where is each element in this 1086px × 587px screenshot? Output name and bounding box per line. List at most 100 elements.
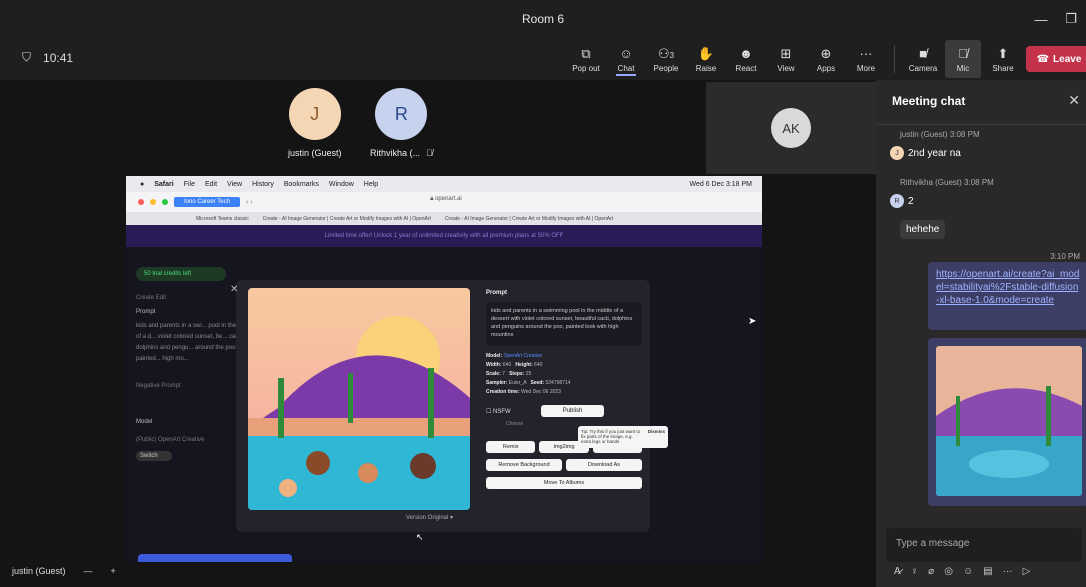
- publish-button: Publish: [540, 405, 605, 417]
- chat-icon: ☺: [619, 45, 633, 61]
- apps-button[interactable]: ⊕ Apps: [808, 40, 844, 78]
- camera-button[interactable]: ■̸ Camera: [905, 40, 941, 78]
- generated-image: [248, 288, 470, 510]
- pointer-cursor-icon: ↖: [416, 532, 424, 542]
- shared-screen: ● Safari File Edit View History Bookmark…: [126, 176, 762, 582]
- nsfw-row: ☐ NSFW Publish: [486, 405, 642, 417]
- grid-icon: ⊞: [780, 45, 792, 61]
- view-button[interactable]: ⊞ View: [768, 40, 804, 78]
- pop-out-button[interactable]: ⧉ Pop out: [568, 40, 604, 78]
- image-message[interactable]: [928, 338, 1086, 506]
- chat-button[interactable]: ☺ Chat: [608, 40, 644, 78]
- minus-icon[interactable]: —: [84, 566, 93, 576]
- chat-message: hehehe: [900, 220, 946, 239]
- zoom-dot: [162, 199, 168, 205]
- nav-arrows-icon: ‹ ›: [245, 198, 253, 206]
- close-icon[interactable]: ✕: [1068, 92, 1080, 109]
- self-name: justin (Guest): [12, 566, 66, 576]
- chat-message: J 2nd year na: [890, 146, 961, 160]
- restore-button[interactable]: ❐: [1056, 0, 1086, 38]
- participant-tile-justin[interactable]: J justin (Guest): [288, 88, 342, 158]
- prompt-title: Prompt: [486, 290, 507, 296]
- share-button[interactable]: ⬆ Share: [985, 40, 1021, 78]
- plus-icon[interactable]: +: [111, 566, 116, 576]
- message-text: hehehe: [900, 220, 946, 239]
- avatar: J: [890, 146, 904, 160]
- mic-off-icon: 🎙̸: [958, 45, 968, 61]
- menu-bookmarks: Bookmarks: [283, 180, 319, 188]
- close-dot: [138, 199, 144, 205]
- credits-pill: 50 trial credits left: [136, 267, 226, 281]
- format-icon[interactable]: A̷: [894, 566, 901, 577]
- gif-icon[interactable]: ▤: [983, 566, 992, 577]
- mic-button[interactable]: 🎙̸ Mic: [945, 40, 981, 78]
- chat-title: Meeting chat: [892, 94, 966, 108]
- menu-view: View: [227, 180, 243, 188]
- emoji-icon[interactable]: ☺: [963, 566, 973, 577]
- browser-tab: Create - AI Image Generator | Create Art…: [262, 215, 431, 222]
- minimize-button[interactable]: —: [1026, 0, 1056, 38]
- people-count: 3: [669, 50, 675, 60]
- meeting-time: 10:41: [43, 50, 74, 65]
- mic-off-icon: 🎙̸: [426, 148, 433, 158]
- menu-history: History: [252, 180, 274, 188]
- meeting-toolbar: ⛉ 10:41 ⧉ Pop out ☺ Chat ⚇3 People ✋ Raise ☻…: [0, 38, 1086, 80]
- message-input[interactable]: Type a message: [886, 528, 1082, 562]
- menu-file: File: [183, 180, 195, 188]
- self-tile[interactable]: justin (Guest) — +: [12, 566, 116, 576]
- close-icon: ✕: [230, 284, 239, 295]
- avatar: AK: [771, 108, 811, 148]
- toolbar-actions: ⧉ Pop out ☺ Chat ⚇3 People ✋ Raise ☻ React ⊞ V…: [568, 40, 1021, 78]
- menu-edit: Edit: [204, 180, 218, 188]
- send-icon[interactable]: ▷: [1023, 566, 1031, 577]
- message-meta: Rithvikha (Guest) 3:08 PM: [900, 178, 994, 187]
- move-to-albums-button: Move To Albums: [486, 477, 642, 489]
- image-details: Prompt kids and parents in a swimming po…: [486, 290, 642, 489]
- phone-icon: ☎: [1036, 53, 1050, 65]
- menu-help: Help: [363, 180, 379, 188]
- chat-message: R 2: [890, 194, 914, 208]
- nsfw-checkbox: ☐ NSFW: [486, 408, 511, 415]
- attach-icon[interactable]: ⌀: [928, 566, 934, 577]
- browser-tab: Microsoft Teams classic: [196, 215, 249, 222]
- raise-hand-button[interactable]: ✋ Raise: [688, 40, 724, 78]
- leave-button[interactable]: ☎ Leave: [1026, 46, 1086, 72]
- window-title: Room 6: [521, 12, 565, 26]
- more-icon[interactable]: ···: [1003, 566, 1013, 577]
- remove-background-button: Remove Background: [486, 459, 562, 471]
- loop-icon[interactable]: ◎: [944, 566, 953, 577]
- url-bar: 🔒︎ openart.ai: [430, 196, 462, 202]
- praise-icon[interactable]: ♀: [911, 566, 919, 577]
- image-detail-modal: ✕ Version Original ▾ Prompt kids and par…: [230, 280, 668, 532]
- action-row-2: Remove Background Download As: [486, 459, 642, 471]
- avatar: R: [375, 88, 428, 140]
- participant-tile-rithvikha[interactable]: R Rithvikha (... 🎙̸: [370, 88, 433, 158]
- shield-icon: ⛉: [22, 50, 32, 64]
- people-icon: ⚇3: [657, 45, 675, 61]
- image-thumbnail: [936, 346, 1082, 496]
- image-metadata: Model: OpenArt Creative Width: 640 Heigh…: [486, 353, 571, 395]
- participant-tile-ak[interactable]: AK: [706, 82, 876, 174]
- window-controls: — ❐: [1026, 0, 1086, 38]
- menu-safari: Safari: [154, 180, 174, 188]
- react-button[interactable]: ☻ React: [728, 40, 764, 78]
- my-message-time: 3:10 PM: [1050, 252, 1080, 261]
- ellipsis-icon: ···: [859, 45, 873, 61]
- hand-icon: ✋: [697, 45, 715, 61]
- download-as-button: Download As: [566, 459, 642, 471]
- participant-name: justin (Guest): [288, 148, 342, 158]
- browser-chrome: Iono Career Tech ‹ › 🔒︎ openart.ai Micro…: [126, 192, 762, 225]
- tip-tooltip: Tip: Try this if you just want to fix pa…: [578, 426, 668, 448]
- participant-name: Rithvikha (... 🎙̸: [370, 148, 433, 158]
- avatar: J: [288, 88, 341, 140]
- link-message[interactable]: https://openart.ai/create?ai_model=stabi…: [928, 262, 1086, 330]
- people-button[interactable]: ⚇3 People: [648, 40, 684, 78]
- smiley-icon: ☻: [739, 45, 753, 61]
- dismiss-button: Dismiss: [647, 429, 665, 434]
- chat-divider: [876, 124, 1086, 125]
- menu-window: Window: [328, 180, 354, 188]
- version-select: Version Original ▾: [406, 515, 454, 521]
- plus-square-icon: ⊕: [820, 45, 832, 61]
- more-button[interactable]: ··· More: [848, 40, 884, 78]
- browser-tabs: Microsoft Teams classic Create - AI Imag…: [126, 212, 762, 225]
